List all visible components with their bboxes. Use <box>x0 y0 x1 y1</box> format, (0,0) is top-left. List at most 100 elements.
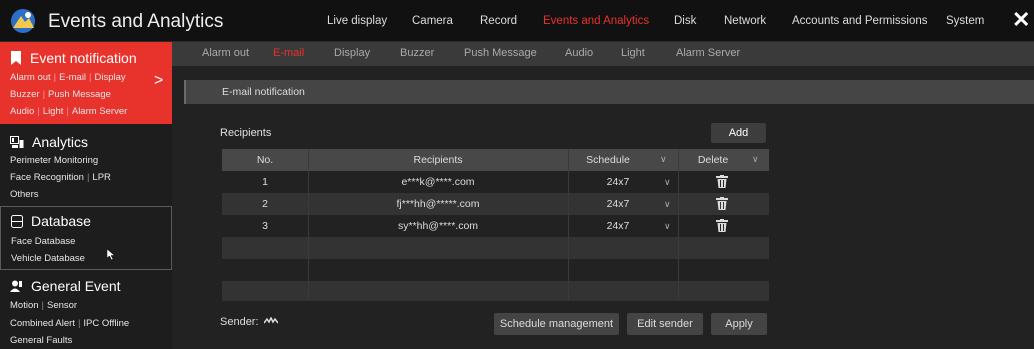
sidebar-link-others[interactable]: Others <box>10 189 39 200</box>
chevron-down-icon[interactable]: ∨ <box>664 177 671 188</box>
row-number: 1 <box>262 176 268 188</box>
sidebar-line: Audio | Light | Alarm Server <box>10 106 128 117</box>
sidebar-group-title: Analytics <box>32 134 89 150</box>
app-logo-icon <box>11 9 35 33</box>
sidebar-link-vehicle-database[interactable]: Vehicle Database <box>11 253 85 264</box>
cursor-icon <box>107 249 116 260</box>
sidebar-group-title: Event notification <box>30 50 137 66</box>
sidebar-link-motion[interactable]: Motion <box>10 300 39 311</box>
table-row-empty <box>222 259 769 281</box>
recipients-label: Recipients <box>220 127 272 139</box>
column-divider <box>568 149 569 301</box>
schedule-select[interactable]: 24x7 <box>578 193 658 215</box>
section-header: E-mail notification <box>184 80 1034 104</box>
analytics-icon <box>10 135 24 148</box>
top-nav-record[interactable]: Record <box>480 15 517 27</box>
sidebar-link-audio[interactable]: Audio <box>10 106 34 117</box>
top-nav-network[interactable]: Network <box>724 15 766 27</box>
sender-label: Sender: <box>220 316 259 328</box>
top-nav-disk[interactable]: Disk <box>674 15 696 27</box>
recipients-table: No. Recipients Schedule ∨ Delete ∨ 1 e**… <box>222 149 769 301</box>
main-content: E-mail notification Recipients Add No. R… <box>172 66 1034 349</box>
column-header-schedule: Schedule <box>586 154 630 166</box>
trash-icon[interactable] <box>716 197 728 210</box>
sidebar-link-push-message[interactable]: Push Message <box>48 89 111 100</box>
column-header-delete: Delete <box>697 154 729 166</box>
add-button[interactable]: Add <box>711 123 766 143</box>
schedule-select[interactable]: 24x7 <box>578 171 658 193</box>
sidebar-group-title: Database <box>31 213 91 229</box>
sidebar-link-buzzer[interactable]: Buzzer <box>10 89 40 100</box>
column-header-recipients: Recipients <box>413 154 463 166</box>
schedule-management-button[interactable]: Schedule management <box>494 313 619 335</box>
top-nav-live-display[interactable]: Live display <box>327 15 387 27</box>
tab-audio[interactable]: Audio <box>565 47 593 59</box>
trash-icon[interactable] <box>716 175 728 188</box>
column-divider <box>678 149 679 301</box>
sidebar-line: Alarm out | E-mail | Display <box>10 72 126 83</box>
sidebar-link-ipc-offline[interactable]: IPC Offline <box>83 318 129 329</box>
tab-display[interactable]: Display <box>334 47 370 59</box>
column-header-no: No. <box>256 154 274 166</box>
sidebar-link-alarm-out[interactable]: Alarm out <box>10 72 51 83</box>
sidebar-link-face-recognition[interactable]: Face Recognition <box>10 172 84 183</box>
database-icon <box>11 214 23 228</box>
sidebar-link-light[interactable]: Light <box>43 106 64 117</box>
schedule-select[interactable]: 24x7 <box>578 215 658 237</box>
top-nav-camera[interactable]: Camera <box>412 15 453 27</box>
table-row[interactable]: 2 fj***hh@*****.com 24x7 ∨ <box>222 193 769 215</box>
close-button[interactable]: ✕ <box>1012 9 1030 31</box>
sidebar-link-alarm-server[interactable]: Alarm Server <box>72 106 127 117</box>
tab-light[interactable]: Light <box>621 47 645 59</box>
sidebar-link-face-database[interactable]: Face Database <box>11 236 75 247</box>
top-nav-system[interactable]: System <box>946 15 984 27</box>
row-number: 2 <box>262 198 268 210</box>
sub-tab-bar: Alarm out E-mail Display Buzzer Push Mes… <box>172 42 1034 66</box>
row-recipient: fj***hh@*****.com <box>396 198 480 210</box>
sidebar-group-analytics[interactable]: Analytics Perimeter Monitoring Face Reco… <box>0 124 172 204</box>
section-title: E-mail notification <box>222 86 305 98</box>
sidebar-link-sensor[interactable]: Sensor <box>47 300 77 311</box>
tab-push-message[interactable]: Push Message <box>464 47 537 59</box>
tab-buzzer[interactable]: Buzzer <box>400 47 434 59</box>
edit-sender-button[interactable]: Edit sender <box>627 313 703 335</box>
person-alert-icon <box>10 280 22 292</box>
sidebar-link-combined-alert[interactable]: Combined Alert <box>10 318 75 329</box>
trash-icon[interactable] <box>716 219 728 232</box>
bookmark-icon <box>11 51 21 65</box>
sidebar-group-title: General Event <box>31 278 121 294</box>
sidebar-link-email[interactable]: E-mail <box>59 72 86 83</box>
table-row-empty <box>222 281 769 301</box>
column-divider <box>308 149 309 301</box>
table-row[interactable]: 3 sy**hh@****.com 24x7 ∨ <box>222 215 769 237</box>
row-recipient: sy**hh@****.com <box>397 220 479 232</box>
chevron-down-icon[interactable]: ∨ <box>752 154 759 165</box>
sidebar: Event notification Alarm out | E-mail | Disp… <box>0 42 172 349</box>
chevron-down-icon[interactable]: ∨ <box>664 199 671 210</box>
sidebar-group-general-event[interactable]: General Event Motion | Sensor Combined Ale… <box>0 272 172 349</box>
tab-alarm-out[interactable]: Alarm out <box>202 47 249 59</box>
tab-alarm-server[interactable]: Alarm Server <box>676 47 740 59</box>
app-title: Events and Analytics <box>48 11 224 32</box>
chevron-right-icon: > <box>154 72 164 89</box>
chevron-down-icon[interactable]: ∨ <box>664 221 671 232</box>
sidebar-link-display[interactable]: Display <box>95 72 126 83</box>
tab-email[interactable]: E-mail <box>273 47 304 59</box>
sidebar-link-lpr[interactable]: LPR <box>92 172 110 183</box>
apply-button[interactable]: Apply <box>711 313 767 335</box>
top-nav-events-and-analytics[interactable]: Events and Analytics <box>543 15 649 27</box>
sidebar-group-event-notification[interactable]: Event notification Alarm out | E-mail | Disp… <box>0 42 172 124</box>
sidebar-link-general-faults[interactable]: General Faults <box>10 335 72 346</box>
table-row-empty <box>222 237 769 259</box>
sidebar-group-database[interactable]: Database Face Database Vehicle Database <box>0 206 172 270</box>
top-bar: Events and Analytics Live display Camera… <box>0 0 1034 42</box>
top-nav-accounts-and-permissions[interactable]: Accounts and Permissions <box>792 15 928 27</box>
sender-value-icon <box>264 317 278 324</box>
sidebar-link-perimeter-monitoring[interactable]: Perimeter Monitoring <box>10 155 98 166</box>
table-header: No. Recipients Schedule ∨ Delete ∨ <box>222 149 769 171</box>
chevron-down-icon[interactable]: ∨ <box>660 154 667 165</box>
table-row[interactable]: 1 e***k@****.com 24x7 ∨ <box>222 171 769 193</box>
row-recipient: e***k@****.com <box>401 176 475 188</box>
sidebar-line: Buzzer | Push Message <box>10 89 111 100</box>
row-number: 3 <box>262 220 268 232</box>
